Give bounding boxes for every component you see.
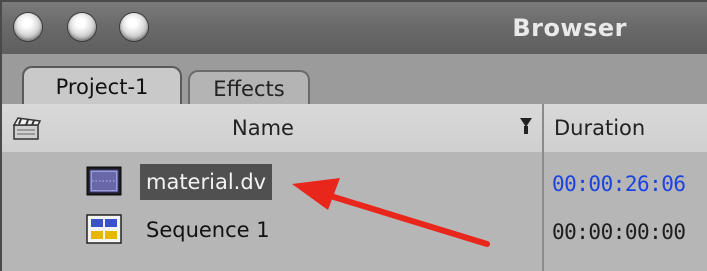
zoom-window-button[interactable] (120, 13, 148, 41)
clip-icon (86, 166, 122, 196)
minimize-window-button[interactable] (68, 13, 96, 41)
column-name-header[interactable]: Name (232, 116, 294, 140)
tab-bar: Effects Project-1 (2, 54, 707, 106)
close-window-button[interactable] (14, 13, 42, 41)
column-duration-header[interactable]: Duration (554, 116, 645, 140)
clip-duration: 00:00:26:06 (552, 172, 686, 196)
browser-window: Browser Effects Project-1 Name Duration (0, 0, 707, 271)
window-title: Browser (512, 14, 627, 42)
red-arrow-icon (292, 178, 490, 247)
clip-name[interactable]: material.dv (140, 164, 273, 200)
column-header: Name Duration (2, 104, 707, 154)
sequence-name[interactable]: Sequence 1 (140, 212, 276, 248)
tab-project-1[interactable]: Project-1 (22, 66, 182, 106)
clapper-icon (12, 117, 42, 140)
column-divider[interactable] (542, 104, 544, 152)
title-bar[interactable]: Browser (2, 2, 707, 55)
tab-effects[interactable]: Effects (188, 70, 310, 106)
sort-indicator-icon[interactable] (518, 115, 534, 137)
sequence-icon (86, 214, 122, 244)
sequence-duration: 00:00:00:00 (552, 220, 686, 244)
